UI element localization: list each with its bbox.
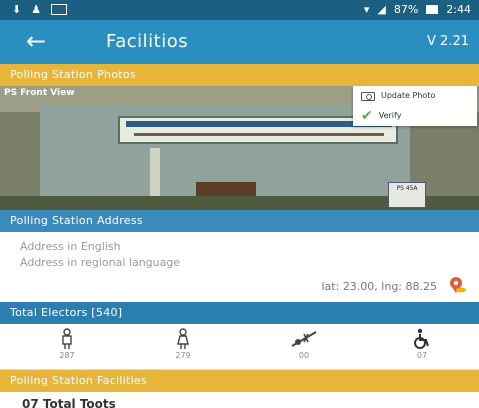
elector-count: 279 — [175, 351, 191, 360]
photo-options-menu: Update Photo ✔ Verify — [353, 86, 477, 126]
elector-male: 287 — [42, 328, 92, 360]
lat-lng-readout: lat: 23.00, lng: 88.25 — [321, 280, 438, 293]
app-bar: ← Facilitios V 2.21 — [0, 20, 479, 64]
verify-label: Verify — [378, 111, 402, 120]
address-regional-field[interactable]: Address in regional language — [20, 256, 180, 269]
elector-female: 279 — [158, 328, 208, 360]
male-icon — [62, 328, 72, 349]
facility-item: 07 Total Toots — [22, 397, 116, 408]
elector-third-gender: 00 — [279, 328, 329, 360]
sim-icon — [51, 4, 68, 15]
app-version: V 2.21 — [427, 34, 469, 49]
section-header-electors: Total Electors [540] — [0, 302, 479, 324]
address-panel: Address in English Address in regional l… — [0, 232, 479, 302]
battery-percent: 87% — [393, 3, 419, 16]
third-gender-icon — [291, 331, 317, 347]
section-header-address: Polling Station Address — [0, 210, 479, 232]
elector-count: 07 — [416, 351, 428, 360]
checkmark-icon: ✔ — [361, 108, 373, 124]
status-left-icons: ⬇ ♟ — [12, 3, 68, 16]
signal-icon: ◢ — [377, 3, 386, 16]
verify-menu-item[interactable]: ✔ Verify — [353, 106, 477, 126]
location-pin-icon[interactable] — [449, 276, 467, 294]
notification-icon: ♟ — [31, 3, 42, 16]
ps-sign: PS 45A — [388, 182, 426, 208]
wifi-icon: ▾ — [363, 3, 370, 16]
camera-icon — [361, 91, 375, 101]
status-right-icons: ▾ ◢ 87% 2:44 — [364, 3, 471, 16]
electors-breakdown: 287 279 00 07 — [0, 324, 479, 370]
elector-disabled: 07 — [397, 328, 447, 360]
back-arrow-icon[interactable]: ← — [26, 28, 46, 54]
update-photo-label: Update Photo — [381, 91, 436, 100]
polling-station-photo[interactable]: PS 45A PS Front View Update Photo ✔ Veri… — [0, 86, 479, 210]
update-photo-menu-item[interactable]: Update Photo — [353, 86, 477, 106]
battery-icon — [426, 5, 439, 14]
disabled-icon — [414, 328, 429, 349]
section-header-photos: Polling Station Photos — [0, 64, 479, 86]
facilities-list: 07 Total Toots — [0, 392, 479, 408]
photo-label: PS Front View — [4, 88, 75, 98]
status-bar: ⬇ ♟ ▾ ◢ 87% 2:44 — [0, 0, 479, 20]
section-header-facilities: Polling Station Facilities — [0, 370, 479, 392]
female-icon — [177, 328, 189, 349]
address-english-field[interactable]: Address in English — [20, 240, 121, 253]
clock: 2:44 — [446, 3, 471, 16]
download-icon: ⬇ — [12, 3, 22, 16]
elector-count: 287 — [59, 351, 75, 360]
elector-count: 00 — [298, 351, 310, 360]
page-title: Facilitios — [106, 31, 189, 52]
